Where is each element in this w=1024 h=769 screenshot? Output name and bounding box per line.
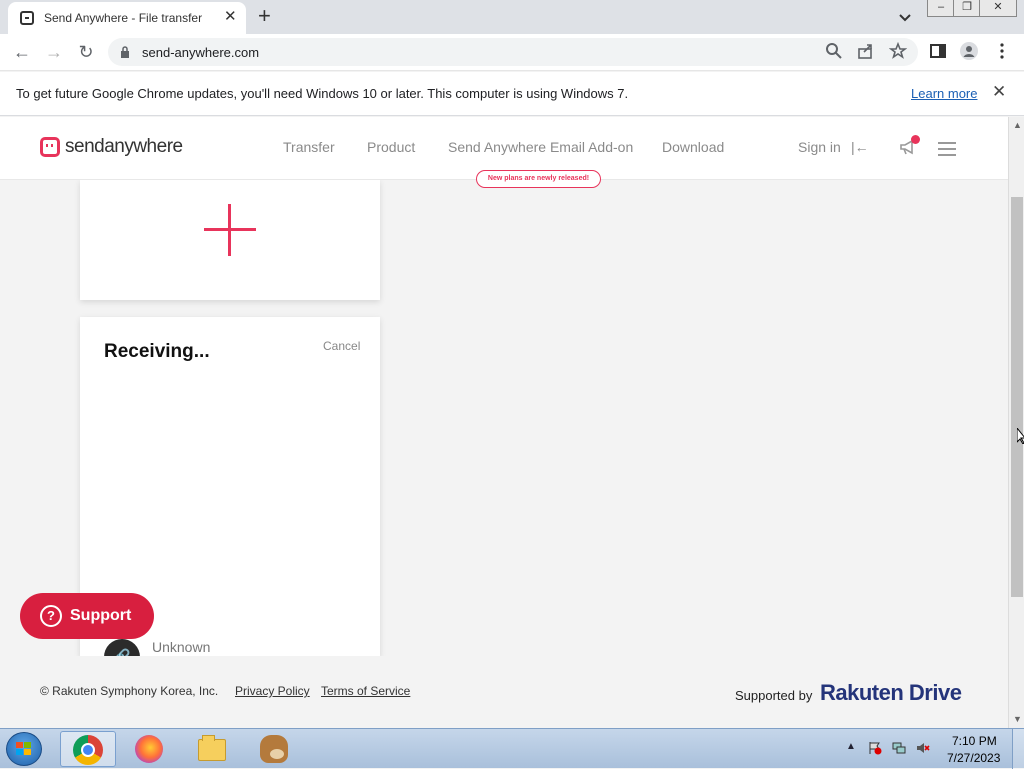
sign-in-arrow-icon[interactable]: |← [851,139,869,155]
profile-avatar-icon[interactable] [960,42,978,60]
nav-download[interactable]: Download [662,139,724,155]
support-button[interactable]: ? Support [20,593,154,639]
reload-icon[interactable]: ↻ [74,41,98,65]
windows-logo-icon [16,742,31,755]
nav-email-add-on[interactable]: Send Anywhere Email Add-on [448,139,633,155]
kebab-menu-icon[interactable] [993,42,1011,60]
supported-by-text: Supported by [735,688,813,703]
volume-muted-icon[interactable] [916,741,930,755]
infobar-close-icon[interactable]: ✕ [992,83,1006,101]
site-footer: © Rakuten Symphony Korea, Inc. Privacy P… [0,656,1008,728]
address-bar[interactable]: send-anywhere.com [108,38,918,66]
chrome-icon [73,735,103,765]
notification-dot [911,135,920,144]
network-icon[interactable] [892,741,906,755]
tab-send-anywhere[interactable]: Send Anywhere - File transfer ✕ [8,2,246,34]
maximize-button[interactable]: ❐ [953,0,981,17]
file-name: Unknown [152,639,211,655]
file-explorer-icon [198,735,226,761]
send-anywhere-logo-icon[interactable] [40,137,60,157]
close-window-button[interactable]: ✕ [979,0,1017,17]
add-files-card[interactable] [80,180,380,300]
nav-product[interactable]: Product [367,139,415,155]
url-text: send-anywhere.com [142,45,260,60]
scroll-thumb[interactable] [1011,197,1023,597]
logo-text[interactable]: sendanywhere [65,136,183,158]
taskbar-chrome[interactable] [60,731,116,767]
terms-of-service-link[interactable]: Terms of Service [321,684,410,698]
back-arrow-icon[interactable]: ← [10,41,34,65]
taskbar-emule[interactable] [246,731,302,767]
new-tab-button[interactable]: + [258,4,271,28]
sign-in-link[interactable]: Sign in [798,139,841,155]
privacy-policy-link[interactable]: Privacy Policy [235,684,310,698]
tab-search-chevron-icon[interactable] [896,8,914,26]
update-infobar: To get future Google Chrome updates, you… [0,72,1024,116]
taskbar-firefox[interactable] [122,731,178,767]
new-plans-badge[interactable]: New plans are newly released! [476,170,601,188]
firefox-icon [135,735,163,763]
cancel-button[interactable]: Cancel [323,339,360,353]
emule-icon [260,735,288,763]
learn-more-link[interactable]: Learn more [911,86,977,101]
clock-time[interactable]: 7:10 PM [952,734,997,748]
lock-icon [121,46,129,58]
windows-taskbar: ▲ 7:10 PM 7/27/2023 [0,728,1024,769]
mouse-cursor-icon [1017,428,1024,444]
zoom-search-icon[interactable] [825,42,843,60]
forward-arrow-icon[interactable]: → [42,41,66,65]
bookmark-star-icon[interactable] [889,42,907,60]
site-header: sendanywhere Transfer Product Send Anywh… [0,117,1008,188]
show-hidden-icons-icon[interactable]: ▲ [846,741,856,752]
tab-close-icon[interactable]: ✕ [224,9,237,25]
page-scrollbar[interactable]: ▲ ▼ [1008,117,1024,728]
scroll-up-arrow-icon[interactable]: ▲ [1013,120,1022,130]
tab-strip: Send Anywhere - File transfer ✕ + – ❐ ✕ [0,0,1024,34]
share-icon[interactable] [857,42,875,60]
support-label: Support [70,607,132,624]
send-anywhere-favicon-icon [20,11,34,25]
question-icon: ? [40,605,62,627]
rakuten-drive-logo[interactable]: Rakuten Drive [820,680,962,706]
page-content: Receiving... Cancel 🔗 Unknown sendanywhe… [0,117,1008,728]
clock-date[interactable]: 7/27/2023 [947,751,1000,765]
start-button[interactable] [6,732,42,766]
receiving-title: Receiving... [104,341,210,362]
infobar-message: To get future Google Chrome updates, you… [16,86,629,101]
minimize-button[interactable]: – [927,0,955,17]
show-desktop-button[interactable] [1012,729,1024,769]
copyright-text: © Rakuten Symphony Korea, Inc. [40,684,219,698]
hamburger-menu-icon[interactable] [938,142,956,156]
side-panel-icon[interactable] [929,42,947,60]
taskbar-file-explorer[interactable] [184,731,240,767]
action-center-flag-icon[interactable] [868,741,882,755]
nav-transfer[interactable]: Transfer [283,139,335,155]
tab-title: Send Anywhere - File transfer [44,11,203,25]
scroll-down-arrow-icon[interactable]: ▼ [1013,714,1022,724]
